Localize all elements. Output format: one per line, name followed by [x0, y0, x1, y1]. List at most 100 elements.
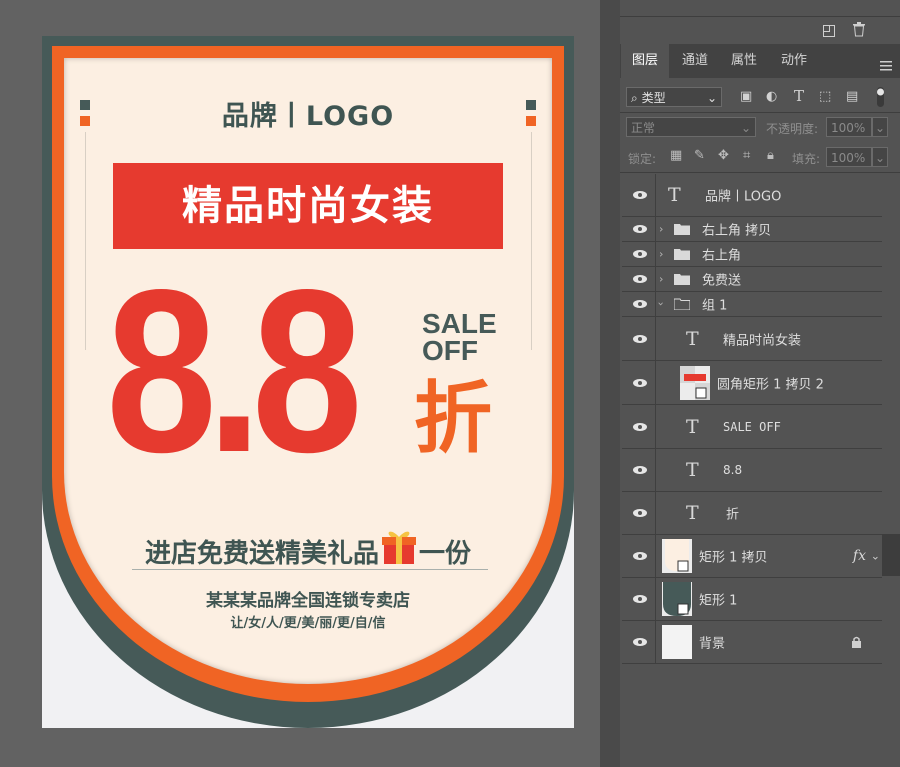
eye-icon[interactable]	[632, 422, 648, 432]
tab-layers[interactable]: 图层	[621, 44, 669, 79]
layer-row[interactable]: 圆角矩形 1 拷贝 2	[622, 361, 882, 405]
lock-icon[interactable]	[851, 636, 862, 648]
layer-row[interactable]: 矩形 1	[622, 578, 882, 621]
layer-effects-icon[interactable]: fx	[853, 548, 866, 564]
panel-top-strip	[620, 0, 900, 17]
eye-icon[interactable]	[632, 465, 648, 475]
layer-name: 右上角	[702, 248, 742, 264]
free-gift-suffix: 一份	[419, 539, 472, 569]
gift-box-icon	[381, 528, 417, 573]
chevron-down-icon: ⌄	[740, 121, 751, 135]
row-divider	[655, 174, 656, 216]
eye-icon[interactable]	[632, 249, 648, 259]
text-layer-icon: T	[686, 459, 699, 481]
filter-text-icon[interactable]: T	[794, 87, 804, 105]
sale-line: SALE	[422, 308, 497, 339]
banner-title: 精品时尚女装	[182, 183, 434, 229]
chevron-right-icon[interactable]: ›	[659, 223, 663, 236]
eye-icon[interactable]	[632, 334, 648, 344]
text-layer-icon: T	[686, 415, 699, 438]
blend-mode-value: 正常	[631, 121, 656, 135]
layer-row[interactable]: 背景	[622, 621, 882, 664]
lock-brush-icon[interactable]: ✎	[694, 148, 705, 163]
layer-name: 组 1	[702, 298, 728, 314]
eye-icon[interactable]	[632, 637, 648, 647]
filter-adjust-icon[interactable]: ◐	[766, 89, 777, 104]
shape-thumbnail-icon	[662, 582, 692, 616]
chevron-down-icon: ⌄	[706, 91, 717, 105]
row-divider	[655, 267, 656, 291]
panel-menu-icon[interactable]	[880, 56, 892, 75]
lock-move-icon[interactable]: ✥	[718, 148, 729, 163]
store-name-text: 某某某品牌全国连锁专卖店	[206, 591, 410, 611]
row-divider	[655, 621, 656, 663]
eye-icon[interactable]	[632, 274, 648, 284]
opacity-input[interactable]: 100%	[826, 117, 872, 137]
eye-icon[interactable]	[632, 299, 648, 309]
canvas-poster[interactable]: 品牌丨LOGO 精品时尚女装 8.8 SALE OFF 折 进店免费送精美礼品 …	[42, 36, 574, 728]
brand-logo-text: 品牌丨LOGO	[221, 101, 395, 132]
layer-name: 矩形 1 拷贝	[699, 550, 768, 566]
row-divider	[655, 317, 656, 360]
row-divider	[655, 242, 656, 266]
layer-name: 圆角矩形 1 拷贝 2	[717, 377, 824, 392]
layer-row[interactable]: › 右上角	[622, 242, 882, 267]
folder-icon	[674, 224, 690, 235]
chevron-down-icon[interactable]: ⌄	[871, 550, 880, 563]
lock-all-icon[interactable]: 🔒︎	[767, 148, 774, 163]
layer-row[interactable]: T 品牌丨LOGO	[622, 174, 882, 217]
lock-artboard-icon[interactable]: ⌗	[743, 148, 750, 163]
filter-smartobject-icon[interactable]: ▤	[846, 89, 858, 104]
panel-scrollbar[interactable]	[882, 534, 900, 576]
row-divider	[655, 578, 656, 620]
layer-filter-select[interactable]: ⌕ 类型 ⌄	[626, 87, 722, 107]
filter-pixel-icon[interactable]: ▣	[740, 89, 752, 104]
filter-toggle[interactable]	[876, 86, 885, 108]
layer-row[interactable]: T 折	[622, 492, 882, 535]
chevron-right-icon[interactable]: ›	[659, 248, 663, 261]
shape-thumbnail-icon	[680, 365, 710, 400]
text-layer-icon: T	[686, 327, 699, 350]
panel-splitter[interactable]	[600, 0, 620, 767]
lock-transparent-icon[interactable]: ▦	[670, 148, 682, 163]
filter-shape-icon[interactable]: ⬚	[819, 89, 831, 104]
chevron-right-icon[interactable]: ›	[659, 273, 663, 286]
free-gift-line: 进店免费送精美礼品 一份	[42, 528, 574, 573]
eye-icon[interactable]	[632, 378, 648, 388]
row-divider	[655, 361, 656, 404]
tab-actions[interactable]: 动作	[770, 44, 818, 78]
blend-mode-select[interactable]: 正常 ⌄	[626, 117, 756, 137]
layer-row[interactable]: › 免费送	[622, 267, 882, 292]
layer-row[interactable]: T SALE OFF	[622, 405, 882, 449]
background-thumbnail-icon	[662, 625, 692, 659]
new-layer-icon[interactable]	[822, 23, 836, 42]
eye-icon[interactable]	[632, 508, 648, 518]
slogan-text: 让/女/人/更/美/丽/更/自/信	[230, 616, 386, 631]
chevron-down-icon[interactable]: ›	[655, 302, 668, 306]
free-gift-text: 进店免费送精美礼品	[144, 539, 379, 569]
search-icon: ⌕	[631, 91, 638, 105]
right-guide-line	[531, 132, 532, 350]
layer-name: 矩形 1	[699, 593, 738, 609]
eye-icon[interactable]	[632, 551, 648, 561]
layer-row[interactable]: 矩形 1 拷贝 fx ⌄	[622, 535, 882, 578]
fill-input[interactable]: 100%	[826, 147, 872, 167]
layer-row[interactable]: › 组 1	[622, 292, 882, 317]
shape-thumbnail-icon	[662, 539, 692, 573]
layer-row[interactable]: T 精品时尚女装	[622, 317, 882, 361]
layer-row[interactable]: › 右上角 拷贝	[622, 217, 882, 242]
text-layer-icon: T	[686, 502, 699, 524]
opacity-chevron-icon[interactable]: ⌄	[872, 117, 888, 137]
tab-channels[interactable]: 通道	[671, 44, 719, 78]
fill-label: 填充:	[792, 152, 821, 166]
fill-chevron-icon[interactable]: ⌄	[872, 147, 888, 167]
layer-name: 免费送	[702, 273, 742, 289]
eye-icon[interactable]	[632, 190, 648, 200]
eye-icon[interactable]	[632, 594, 648, 604]
separator	[620, 172, 900, 173]
layer-row[interactable]: T 8.8	[622, 449, 882, 492]
trash-icon[interactable]	[852, 22, 866, 41]
sale-off-text: SALE OFF	[422, 308, 497, 365]
eye-icon[interactable]	[632, 224, 648, 234]
tab-properties[interactable]: 属性	[720, 44, 768, 78]
